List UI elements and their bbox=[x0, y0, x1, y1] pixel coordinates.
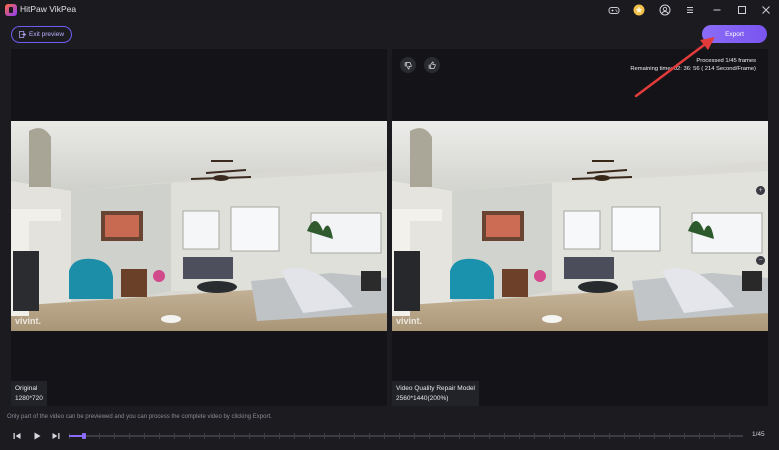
exit-preview-button[interactable]: Exit preview bbox=[11, 26, 72, 43]
enhanced-preview-panel: Processed 1/45 frames Remaining time: 02… bbox=[392, 49, 768, 406]
original-label: Original bbox=[15, 385, 38, 392]
exit-icon bbox=[19, 31, 26, 38]
thumbs-up-button[interactable] bbox=[424, 57, 440, 73]
play-button[interactable] bbox=[31, 430, 43, 442]
svg-text:vivint.: vivint. bbox=[15, 316, 41, 326]
model-label: Video Quality Repair Model bbox=[396, 385, 476, 392]
zoom-out-button[interactable]: − bbox=[756, 256, 765, 265]
processed-frames: Processed 1/45 frames bbox=[696, 58, 756, 64]
original-preview-panel: vivint. Original 1280*720 bbox=[11, 49, 387, 406]
remaining-time: Remaining time: 02: 36: 56 ( 214 Second/… bbox=[630, 66, 756, 72]
preview-notice: Only part of the video can be previewed … bbox=[7, 414, 272, 420]
title-bar: HitPaw VikPea bbox=[0, 0, 779, 20]
close-icon[interactable] bbox=[759, 3, 773, 17]
app-title: HitPaw VikPea bbox=[20, 4, 77, 14]
step-forward-icon bbox=[52, 433, 60, 439]
step-back-icon bbox=[13, 433, 21, 439]
original-info-tag: Original 1280*720 bbox=[11, 381, 47, 406]
timeline-handle[interactable] bbox=[81, 433, 86, 439]
svg-text:vivint.: vivint. bbox=[396, 316, 422, 326]
timeline-slider[interactable] bbox=[69, 433, 743, 439]
preview-header: Exit preview Export bbox=[0, 20, 779, 48]
play-icon bbox=[34, 432, 41, 440]
thumbs-down-button[interactable] bbox=[400, 57, 416, 73]
enhanced-info-tag: Video Quality Repair Model 2560*1440(200… bbox=[392, 381, 480, 406]
maximize-icon[interactable] bbox=[735, 3, 749, 17]
original-resolution: 1280*720 bbox=[15, 394, 43, 402]
enhanced-resolution: 2560*1440(200%) bbox=[396, 394, 449, 402]
original-video-frame: vivint. bbox=[11, 121, 387, 331]
frame-counter: 1/45 bbox=[752, 431, 765, 438]
next-frame-button[interactable] bbox=[50, 430, 62, 442]
thumbs-up-icon bbox=[428, 60, 436, 69]
playback-bar: 1/45 bbox=[0, 424, 779, 450]
gamepad-icon[interactable] bbox=[607, 3, 621, 17]
enhanced-video-frame: vivint. bbox=[392, 121, 768, 331]
export-button[interactable]: Export bbox=[702, 25, 767, 43]
zoom-in-button[interactable]: + bbox=[756, 186, 765, 195]
thumbs-down-icon bbox=[404, 61, 412, 70]
menu-icon[interactable] bbox=[683, 3, 697, 17]
processing-status: Processed 1/45 frames Remaining time: 02… bbox=[630, 57, 756, 73]
app-logo-icon bbox=[5, 4, 17, 16]
previous-frame-button[interactable] bbox=[11, 430, 23, 442]
exit-preview-label: Exit preview bbox=[29, 31, 65, 38]
user-icon[interactable] bbox=[658, 3, 672, 17]
minimize-icon[interactable] bbox=[710, 3, 724, 17]
star-badge-icon[interactable] bbox=[632, 3, 646, 17]
